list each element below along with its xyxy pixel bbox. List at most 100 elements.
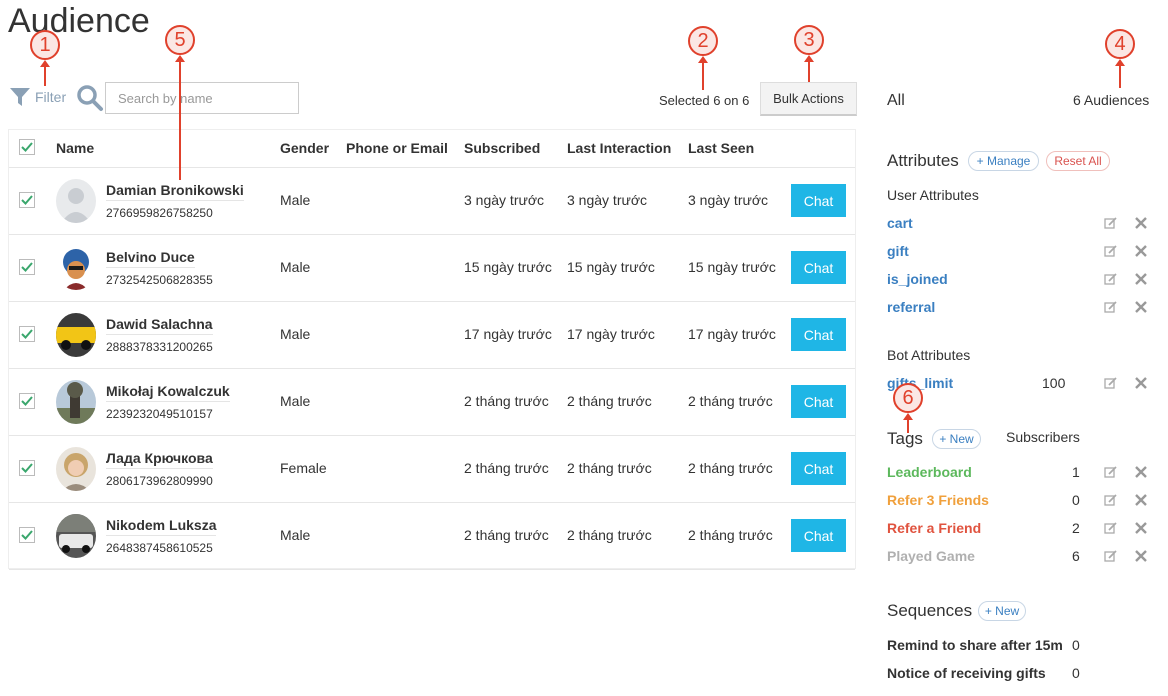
filter-label: Filter — [35, 89, 67, 105]
user-subscribed: 2 tháng trước — [464, 393, 549, 409]
annotation-arrow — [804, 55, 814, 82]
chat-button[interactable]: Chat — [791, 519, 846, 552]
check-icon — [21, 396, 33, 406]
user-gender: Male — [280, 259, 311, 275]
sequence-item[interactable]: Remind to share after 15m — [887, 637, 1063, 653]
delete-icon[interactable] — [1134, 244, 1148, 258]
delete-icon[interactable] — [1134, 216, 1148, 230]
search-input[interactable] — [105, 82, 299, 114]
column-header-gender[interactable]: Gender — [280, 140, 329, 156]
edit-icon[interactable] — [1104, 521, 1118, 535]
column-header-last-seen[interactable]: Last Seen — [688, 140, 754, 156]
user-subscribed: 15 ngày trước — [464, 259, 552, 275]
check-icon — [21, 142, 33, 152]
subscribers-label: Subscribers — [1006, 429, 1080, 445]
filter-all[interactable]: All — [887, 92, 905, 110]
user-last-interaction: 17 ngày trước — [567, 326, 655, 342]
delete-icon[interactable] — [1134, 272, 1148, 286]
tag-count: 6 — [1072, 548, 1080, 564]
tag-item[interactable]: Refer 3 Friends — [887, 492, 989, 508]
edit-icon[interactable] — [1104, 244, 1118, 258]
user-attribute[interactable]: cart — [887, 215, 913, 231]
user-name[interactable]: Nikodem Luksza — [106, 517, 217, 536]
delete-icon[interactable] — [1134, 300, 1148, 314]
user-name[interactable]: Лада Крючкова — [106, 450, 213, 469]
row-checkbox[interactable] — [19, 192, 35, 208]
sequences-title: Sequences — [887, 601, 973, 620]
annotation-marker: 3 — [794, 25, 824, 55]
reset-all-button[interactable]: Reset All — [1046, 151, 1110, 171]
user-id: 2806173962809990 — [106, 474, 213, 488]
user-last-interaction: 2 tháng trước — [567, 393, 652, 409]
column-header-name[interactable]: Name — [56, 140, 94, 156]
tag-item[interactable]: Played Game — [887, 548, 975, 564]
user-gender: Male — [280, 393, 311, 409]
edit-icon[interactable] — [1104, 272, 1118, 286]
edit-icon[interactable] — [1104, 216, 1118, 230]
annotation-arrow — [1115, 59, 1125, 88]
user-name[interactable]: Damian Bronikowski — [106, 182, 244, 201]
user-gender: Male — [280, 192, 311, 208]
check-icon — [21, 530, 33, 540]
row-checkbox[interactable] — [19, 259, 35, 275]
delete-icon[interactable] — [1134, 521, 1148, 535]
edit-icon[interactable] — [1104, 549, 1118, 563]
edit-icon[interactable] — [1104, 376, 1118, 390]
sequence-count: 0 — [1072, 665, 1080, 681]
tag-item[interactable]: Leaderboard — [887, 464, 972, 480]
avatar — [56, 313, 96, 357]
user-name[interactable]: Dawid Salachna — [106, 316, 213, 335]
chat-button[interactable]: Chat — [791, 318, 846, 351]
column-header-subscribed[interactable]: Subscribed — [464, 140, 540, 156]
manage-attributes-button[interactable]: + Manage — [968, 151, 1039, 171]
table-row: Mikołaj Kowalczuk 2239232049510157 Male … — [9, 368, 855, 436]
user-last-seen: 2 tháng trước — [688, 527, 773, 543]
chat-button[interactable]: Chat — [791, 452, 846, 485]
attributes-title: Attributes — [887, 151, 959, 170]
annotation-arrow — [175, 55, 185, 180]
edit-icon[interactable] — [1104, 300, 1118, 314]
user-subscribed: 2 tháng trước — [464, 460, 549, 476]
user-name[interactable]: Mikołaj Kowalczuk — [106, 383, 230, 402]
annotation-marker: 5 — [165, 25, 195, 55]
user-attribute[interactable]: gift — [887, 243, 909, 259]
new-tag-button[interactable]: + New — [932, 429, 981, 449]
edit-icon[interactable] — [1104, 493, 1118, 507]
chat-button[interactable]: Chat — [791, 251, 846, 284]
bot-attributes-title: Bot Attributes — [887, 347, 971, 363]
annotation-marker: 6 — [893, 383, 923, 413]
annotation-arrow — [40, 60, 50, 86]
user-id: 2648387458610525 — [106, 541, 213, 555]
column-header-phone-email[interactable]: Phone or Email — [346, 140, 448, 156]
new-sequence-button[interactable]: + New — [978, 601, 1026, 621]
row-checkbox[interactable] — [19, 460, 35, 476]
table-row: Лада Крючкова 2806173962809990 Female 2 … — [9, 435, 855, 503]
chat-button[interactable]: Chat — [791, 184, 846, 217]
user-attribute[interactable]: referral — [887, 299, 935, 315]
audience-table: Name Gender Phone or Email Subscribed La… — [8, 129, 856, 570]
tag-item[interactable]: Refer a Friend — [887, 520, 981, 536]
row-checkbox[interactable] — [19, 393, 35, 409]
chat-button[interactable]: Chat — [791, 385, 846, 418]
user-name[interactable]: Belvino Duce — [106, 249, 195, 268]
user-subscribed: 2 tháng trước — [464, 527, 549, 543]
edit-icon[interactable] — [1104, 465, 1118, 479]
user-gender: Female — [280, 460, 327, 476]
tag-count: 2 — [1072, 520, 1080, 536]
filter-button[interactable]: Filter — [9, 86, 66, 108]
delete-icon[interactable] — [1134, 549, 1148, 563]
bulk-actions-button[interactable]: Bulk Actions — [760, 82, 857, 116]
row-checkbox[interactable] — [19, 326, 35, 342]
delete-icon[interactable] — [1134, 465, 1148, 479]
row-checkbox[interactable] — [19, 527, 35, 543]
user-attribute[interactable]: is_joined — [887, 271, 948, 287]
delete-icon[interactable] — [1134, 376, 1148, 390]
sequence-item[interactable]: Notice of receiving gifts — [887, 665, 1046, 681]
bot-attribute-value: 100 — [1042, 375, 1066, 391]
selection-count: Selected 6 on 6 — [659, 93, 750, 108]
annotation-arrow — [698, 56, 708, 90]
audiences-count: 6 Audiences — [1073, 92, 1150, 108]
select-all-checkbox[interactable] — [19, 139, 35, 155]
delete-icon[interactable] — [1134, 493, 1148, 507]
column-header-last-interaction[interactable]: Last Interaction — [567, 140, 671, 156]
